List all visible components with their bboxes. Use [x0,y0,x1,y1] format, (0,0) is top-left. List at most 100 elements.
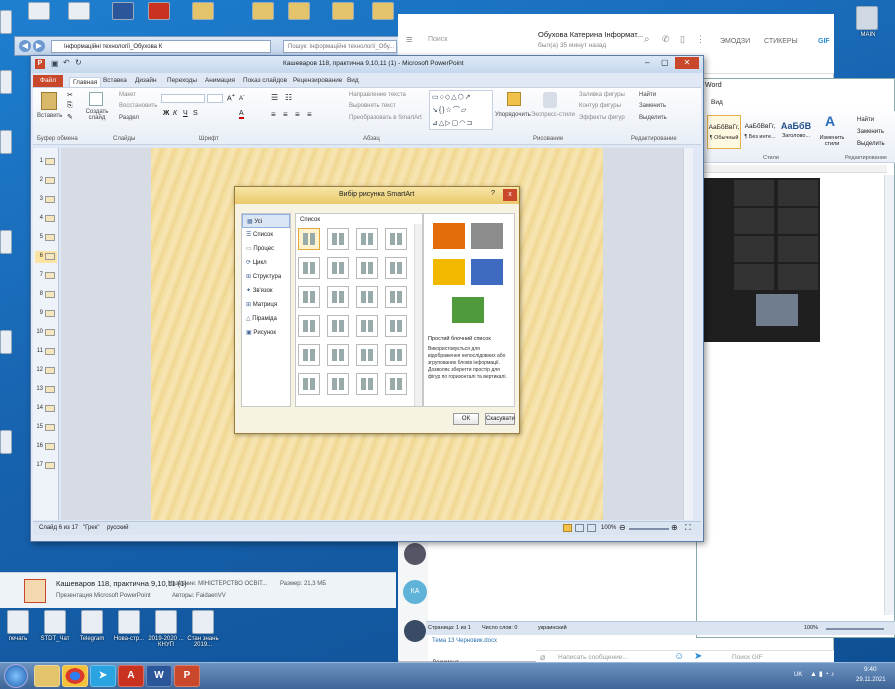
convert-smartart[interactable]: Преобразовать в SmartArt [349,115,422,121]
main-drive-icon[interactable] [856,6,878,30]
telegram-search[interactable]: Поиск [428,36,447,43]
slide-thumbnail[interactable]: 15 [35,422,57,434]
minimize-icon[interactable]: – [645,58,649,67]
ok-button[interactable]: ОК [453,413,479,425]
tab-animation[interactable]: Анимация [205,77,235,84]
desktop-shortcut[interactable]: Telegram [74,608,110,660]
paste-icon[interactable] [41,92,57,110]
video-tile[interactable] [734,180,774,206]
quick-styles-label[interactable]: Экспресс-стили [531,112,575,118]
desktop-file-icon[interactable] [0,230,12,254]
desktop-file-icon[interactable] [0,130,12,154]
word-file-icon[interactable] [112,2,134,20]
video-tile[interactable] [778,180,818,206]
folder-icon[interactable] [28,2,50,20]
clock-time[interactable]: 9:40 [864,666,877,673]
video-tile[interactable] [778,208,818,234]
smartart-layout[interactable] [356,286,378,308]
slide-thumbnail[interactable]: 11 [35,346,57,358]
chat-item-title[interactable]: Тема 13 Черновик.docx [432,638,497,644]
smartart-layout[interactable] [385,257,407,279]
taskbar-chrome-icon[interactable] [62,665,88,687]
zoom-out-icon[interactable]: ⊖ [619,523,626,532]
video-tile[interactable] [778,264,818,290]
tab-review[interactable]: Рецензирование [293,77,342,84]
category-item[interactable]: ⊞ Матриця [242,298,290,312]
underline-icon[interactable]: Ч [183,110,188,117]
smartart-layout[interactable] [327,286,349,308]
desktop-shortcut[interactable]: STDT_Чат [37,608,73,660]
smartart-layout[interactable] [385,286,407,308]
justify-icon[interactable]: ≡ [307,110,312,119]
tab-slideshow[interactable]: Показ слайдов [243,77,287,84]
smartart-layout[interactable] [356,228,378,250]
section-button[interactable]: Раздел [119,115,139,121]
word-replace[interactable]: Заменить [857,129,884,135]
tab-design[interactable]: Дизайн [135,77,156,84]
smartart-layout[interactable] [327,373,349,395]
word-scrollbar[interactable] [884,175,894,615]
start-button[interactable] [4,664,28,688]
file-tab[interactable]: Файл [33,75,63,87]
new-slide-label[interactable]: Создать слайд [85,109,109,121]
smartart-layout[interactable] [385,228,407,250]
slide-thumbnail[interactable]: 8 [35,289,57,301]
fit-window-icon[interactable]: ⛶ [685,523,691,533]
help-icon[interactable]: ? [491,190,495,197]
smartart-layout[interactable] [298,257,320,279]
find-button[interactable]: Найти [639,92,656,98]
folder-icon[interactable] [68,2,90,20]
message-input[interactable]: Написать сообщение... [558,654,628,661]
bullets-icon[interactable]: ☰ [271,93,278,102]
smartart-layout[interactable] [356,344,378,366]
folder-icon[interactable] [192,2,214,20]
desktop-shortcut[interactable]: Стан знань 2019... [185,608,221,660]
style-normal[interactable]: АаБбВвГг, ¶ Обычный [707,115,741,149]
word-tab-view[interactable]: Вид [711,99,723,106]
slide-thumbnail[interactable]: 9 [35,308,57,320]
menu-icon[interactable]: ≡ [406,34,412,46]
smartart-layout[interactable] [298,228,320,250]
smartart-layout[interactable] [327,228,349,250]
smartart-layout[interactable] [385,315,407,337]
desktop-shortcut[interactable]: Нова-стр... [111,608,147,660]
tab-insert[interactable]: Вставка [103,77,127,84]
zoom-slider[interactable] [629,528,669,530]
category-item[interactable]: ▦ Усі [242,214,290,228]
send-icon[interactable]: ➤ [694,651,702,662]
chat-avatar[interactable] [404,620,426,642]
smartart-layout[interactable] [327,315,349,337]
category-item[interactable]: △ Піраміда [242,312,290,326]
align-center-icon[interactable]: ≡ [283,110,288,119]
slide-thumbnail[interactable]: 1 [35,156,57,168]
taskbar-powerpoint-icon[interactable]: P [174,665,200,687]
tab-transitions[interactable]: Переходы [167,77,197,84]
smartart-layout[interactable] [356,315,378,337]
category-item[interactable]: ☰ Список [242,228,290,242]
address-bar[interactable]: Інформаційні технології_Обухова К [51,40,271,53]
zoom-in-icon[interactable]: ⊕ [671,523,678,532]
folder-icon[interactable] [252,2,274,20]
smartart-layout[interactable] [298,373,320,395]
desktop-file-icon[interactable] [0,70,12,94]
video-tile[interactable] [734,236,774,262]
view-reading-icon[interactable] [587,524,596,532]
gallery-scrollbar[interactable] [414,224,422,406]
folder-icon[interactable] [332,2,354,20]
slide-thumbnail[interactable]: 6 [35,251,57,263]
slide-thumbnail[interactable]: 2 [35,175,57,187]
slide-thumbnail[interactable]: 13 [35,384,57,396]
strike-icon[interactable]: S [193,110,198,117]
tab-gif[interactable]: GIF [818,38,830,45]
slide-thumbnail[interactable]: 3 [35,194,57,206]
reset-button[interactable]: Восстановить [119,103,157,109]
replace-button[interactable]: Заменить [639,103,666,109]
desktop-shortcut[interactable]: печать [0,608,36,660]
shape-fill[interactable]: Заливка фигуры [579,92,625,98]
video-tile[interactable] [734,264,774,290]
smartart-layout[interactable] [327,257,349,279]
style-heading[interactable]: АаБбВ Заголово... [779,115,813,149]
new-slide-icon[interactable] [89,92,103,106]
vertical-scrollbar[interactable] [683,148,693,520]
smartart-layout[interactable] [298,344,320,366]
